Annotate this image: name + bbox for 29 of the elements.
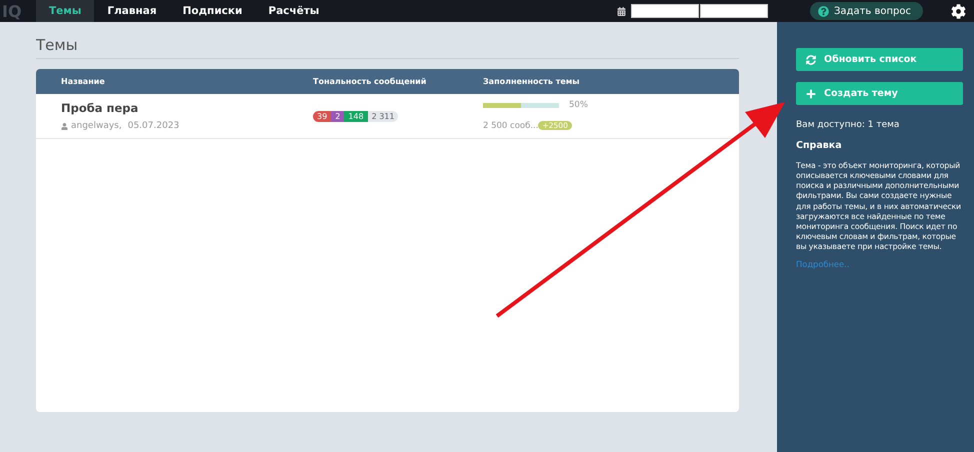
page-title: Темы (36, 36, 739, 59)
help-icon (818, 6, 829, 16)
author: angelways, (71, 121, 122, 131)
sentiment-count: 148 (344, 110, 368, 122)
sentiment-count: 2 (331, 110, 344, 122)
sentiment-count: 39 (313, 110, 332, 122)
column-header: Название (61, 77, 106, 86)
column-header: Заполненность темы (483, 77, 581, 86)
nav-tab[interactable]: Темы (36, 0, 94, 22)
topic-name[interactable]: Проба пера (61, 101, 313, 115)
column-header: Тональность сообщений (313, 77, 428, 86)
date: 05.07.2023 (128, 121, 180, 131)
calendar-icon (617, 6, 626, 16)
user-icon (61, 122, 68, 130)
plus-icon (806, 88, 816, 98)
settings-icon[interactable] (951, 4, 966, 18)
nav-tab[interactable]: Подписки (170, 0, 256, 22)
sentiment-count: 2 311 (368, 110, 398, 122)
date-to-field[interactable] (700, 4, 768, 18)
logo: IQ (1, 2, 23, 20)
date-from-field[interactable] (631, 4, 699, 18)
nav-tab[interactable]: Расчёты (255, 0, 332, 22)
ask-question-button[interactable]: Задать вопрос (810, 2, 923, 20)
help-title: Справка (796, 140, 843, 151)
fill-percent: 50% (569, 100, 588, 110)
nav-tab[interactable]: Главная (94, 0, 170, 22)
available-text: Вам доступно: 1 тема (796, 120, 900, 130)
message-count: 2 500 сооб... (483, 121, 538, 131)
refresh-icon (806, 54, 816, 64)
